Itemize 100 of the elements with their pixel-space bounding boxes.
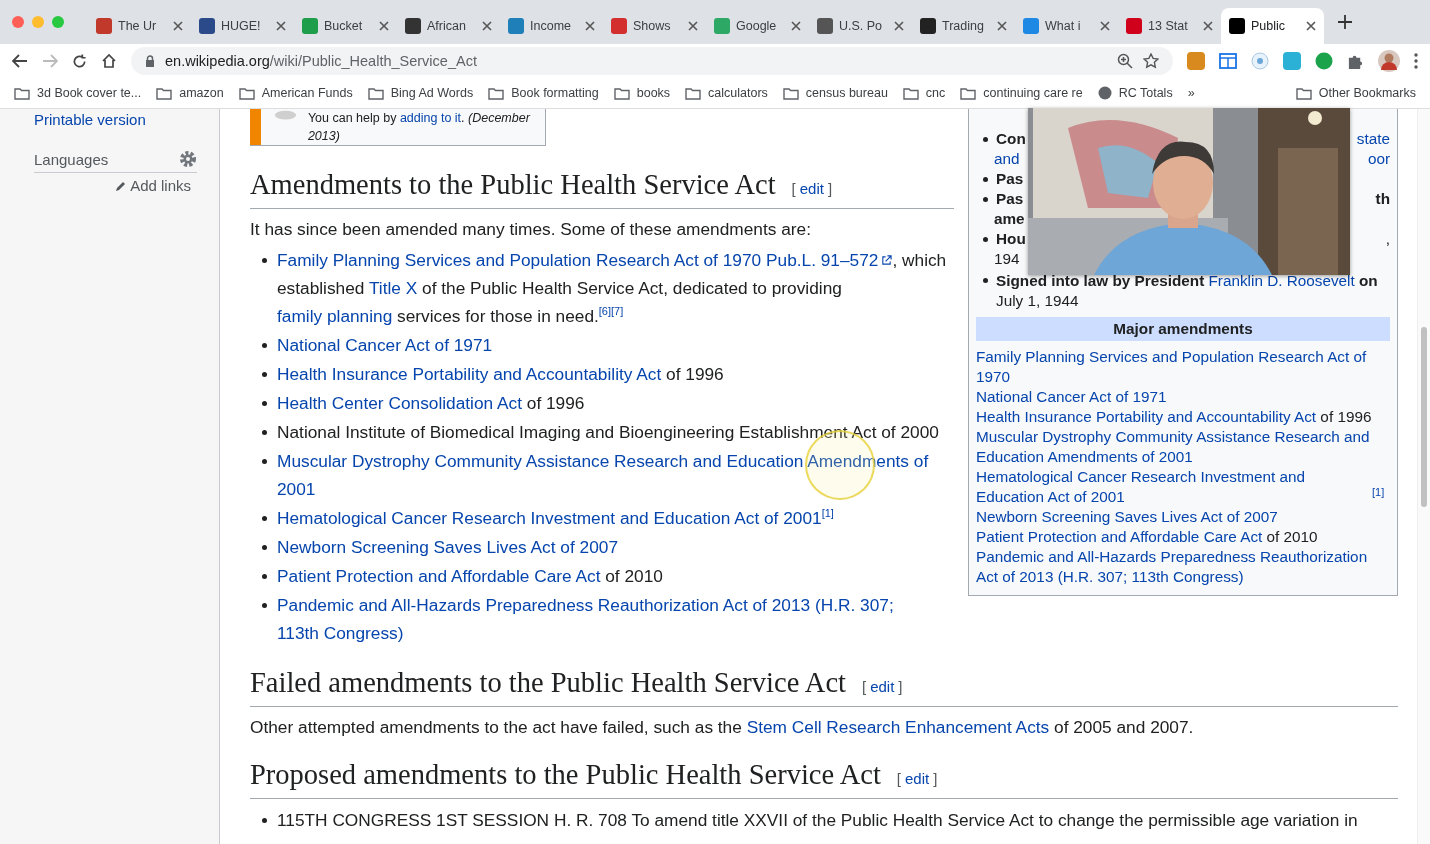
link[interactable]: National Cancer Act of 1971: [976, 387, 1167, 407]
browser-tab[interactable]: The Ur: [88, 8, 191, 44]
edit-link[interactable]: edit: [905, 762, 930, 796]
bookmark[interactable]: calculators: [685, 86, 768, 100]
reload-icon[interactable]: [72, 53, 87, 69]
infobox-text[interactable]: and: [994, 149, 1020, 169]
infobox-text[interactable]: oor: [1367, 149, 1390, 169]
extension-icon[interactable]: [1219, 52, 1237, 70]
link[interactable]: Patient Protection and Affordable Care Act: [277, 566, 601, 586]
infobox-text[interactable]: state: [1356, 129, 1390, 149]
browser-tab[interactable]: Shows: [603, 8, 706, 44]
link[interactable]: Hematological Cancer Research Investment and Education Act of 2001: [277, 504, 822, 532]
link[interactable]: Hematological Cancer Research Investment and Education Act of 2001: [976, 467, 1372, 507]
close-tab-icon[interactable]: [894, 21, 904, 31]
link[interactable]: Family Planning Services and Population Research Act of 1970: [277, 250, 762, 270]
link[interactable]: Newborn Screening Saves Lives Act of 2007: [277, 533, 619, 561]
external-link[interactable]: Pub.L. 91–572: [766, 250, 893, 270]
bookmark[interactable]: amazon: [156, 86, 224, 100]
folder-icon: [960, 86, 977, 100]
extension-icon[interactable]: [1315, 52, 1333, 70]
section-heading: Failed amendments to the Public Health Service Act: [250, 666, 846, 700]
browser-tab[interactable]: 13 Stat: [1118, 8, 1221, 44]
reference-link[interactable]: [6][7]: [598, 305, 624, 318]
reference-link[interactable]: [1]: [1372, 485, 1385, 498]
folder-icon: [782, 86, 799, 100]
close-tab-icon[interactable]: [173, 21, 183, 31]
bullet: [262, 818, 267, 823]
bookmark[interactable]: Bing Ad Words: [367, 86, 474, 100]
link[interactable]: Health Center Consolidation Act: [277, 393, 522, 413]
more-bookmarks-button[interactable]: »: [1187, 86, 1195, 100]
link[interactable]: Newborn Screening Saves Lives Act of 2007: [976, 507, 1278, 527]
pencil-icon: [115, 179, 128, 192]
browser-tab[interactable]: African: [397, 8, 500, 44]
link[interactable]: Patient Protection and Affordable Care Act: [976, 528, 1263, 545]
edit-link[interactable]: edit: [799, 172, 824, 206]
bookmark[interactable]: cnc: [902, 86, 946, 100]
bracket: ]: [827, 179, 833, 199]
link[interactable]: Pandemic and All-Hazards Preparedness Reauthorization Act of 2013 (H.R. 307; 113th Congress): [976, 547, 1372, 587]
star-icon[interactable]: [1143, 53, 1159, 69]
close-tab-icon[interactable]: [379, 21, 389, 31]
link[interactable]: Franklin D. Roosevelt: [1208, 272, 1355, 289]
browser-tab[interactable]: What i: [1015, 8, 1118, 44]
back-icon[interactable]: [12, 54, 28, 68]
bullet: [262, 545, 267, 550]
section-heading: Amendments to the Public Health Service Act: [250, 168, 776, 202]
link[interactable]: Health Insurance Portability and Accountability Act: [277, 364, 662, 384]
link[interactable]: Stem Cell Research Enhancement Acts: [746, 717, 1050, 737]
scrollbar[interactable]: [1417, 109, 1430, 844]
link[interactable]: Family Planning Services and Population Research Act of 1970: [976, 347, 1372, 387]
bullet: [262, 516, 267, 521]
settings-icon[interactable]: [179, 150, 197, 168]
edit-link[interactable]: edit: [870, 670, 895, 704]
new-tab-icon[interactable]: [1338, 15, 1352, 29]
close-tab-icon[interactable]: [1100, 21, 1110, 31]
address-bar[interactable]: en.wikipedia.org/wiki/Public_Health_Service_Act: [131, 47, 1173, 75]
close-tab-icon[interactable]: [997, 21, 1007, 31]
avatar-icon[interactable]: [1378, 50, 1400, 72]
close-tab-icon[interactable]: [482, 21, 492, 31]
bookmark[interactable]: Other Bookmarks: [1295, 86, 1416, 100]
close-tab-icon[interactable]: [1203, 21, 1213, 31]
browser-tab[interactable]: Income: [500, 8, 603, 44]
browser-tab[interactable]: Public: [1221, 8, 1324, 44]
browser-tab[interactable]: Bucket: [294, 8, 397, 44]
notice-text: You can help by adding to it. (December 2013): [307, 110, 532, 145]
bookmark[interactable]: continuing care re: [960, 86, 1083, 100]
browser-tab[interactable]: Trading: [912, 8, 1015, 44]
scrollbar-thumb[interactable]: [1421, 327, 1427, 507]
folder-icon: [1295, 86, 1312, 100]
folder-icon: [367, 86, 384, 100]
close-tab-icon[interactable]: [585, 21, 595, 31]
home-icon[interactable]: [101, 53, 117, 69]
link[interactable]: family planning: [277, 306, 393, 326]
bookmark[interactable]: 3d Book cover te...: [14, 86, 142, 100]
add-links-link[interactable]: Add links: [130, 177, 191, 194]
browser-tab[interactable]: Google: [706, 8, 809, 44]
extension-icon[interactable]: [1251, 52, 1269, 70]
reference-link[interactable]: [1]: [821, 507, 834, 520]
zoom-icon[interactable]: [1117, 53, 1133, 69]
browser-tab[interactable]: HUGE!: [191, 8, 294, 44]
close-tab-icon[interactable]: [1306, 21, 1316, 31]
link[interactable]: Title X: [368, 278, 418, 298]
sidebar-link[interactable]: Printable version: [34, 111, 146, 128]
bookmark[interactable]: American Funds: [238, 86, 353, 100]
menu-icon[interactable]: [1414, 53, 1418, 69]
link[interactable]: National Cancer Act of 1971: [277, 331, 493, 359]
notice-stripe: [250, 109, 261, 145]
globe-icon: [1097, 86, 1112, 100]
bookmark[interactable]: RC Totals: [1097, 86, 1173, 100]
browser-tab[interactable]: U.S. Po: [809, 8, 912, 44]
close-tab-icon[interactable]: [276, 21, 286, 31]
close-tab-icon[interactable]: [791, 21, 801, 31]
close-tab-icon[interactable]: [688, 21, 698, 31]
bookmark[interactable]: books: [613, 86, 671, 100]
link[interactable]: Health Insurance Portability and Accountability Act: [976, 408, 1317, 425]
folder-icon: [14, 86, 30, 100]
link[interactable]: Muscular Dystrophy Community Assistance Research and Education Amendments of 2001: [976, 427, 1372, 467]
bookmark[interactable]: Book formatting: [488, 86, 599, 100]
bookmark[interactable]: census bureau: [782, 86, 888, 100]
infobox-header: Major amendments: [976, 317, 1390, 341]
link[interactable]: Pandemic and All-Hazards Preparedness Reauthorization Act of 2013 (H.R. 307; 113th Congress): [277, 591, 936, 647]
